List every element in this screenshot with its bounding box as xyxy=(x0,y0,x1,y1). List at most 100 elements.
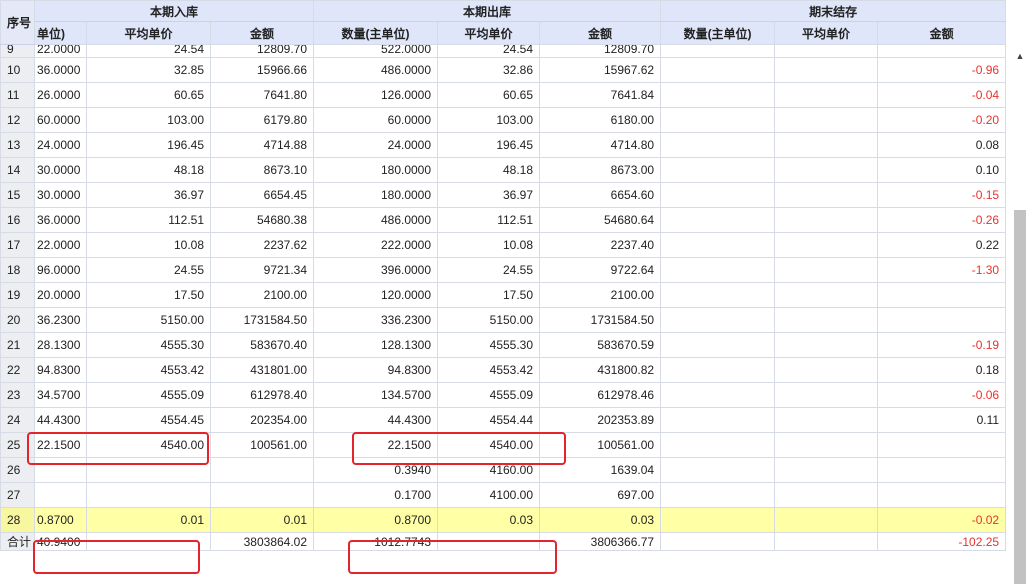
table-cell-c5[interactable]: 60.65 xyxy=(437,82,541,108)
column-header-seq[interactable]: 序号 xyxy=(0,0,35,45)
table-cell-c6[interactable]: 100561.00 xyxy=(539,432,662,458)
row-seq-cell[interactable]: 合计 xyxy=(0,532,35,551)
table-cell-c7[interactable] xyxy=(660,57,776,83)
row-seq-cell[interactable]: 15 xyxy=(0,182,35,208)
table-cell-c9[interactable] xyxy=(877,282,1007,308)
table-cell-c5[interactable]: 4555.09 xyxy=(437,382,541,408)
table-cell-c7[interactable] xyxy=(660,157,776,183)
table-cell-c3[interactable]: 6179.80 xyxy=(209,107,315,133)
table-cell-c2[interactable]: 60.65 xyxy=(86,82,211,108)
table-cell-c7[interactable] xyxy=(660,457,776,483)
table-cell-c2[interactable]: 32.85 xyxy=(86,57,211,83)
table-cell-c7[interactable] xyxy=(660,307,776,333)
column-header-out-qty[interactable]: 数量(主单位) xyxy=(313,21,439,45)
table-cell-c9[interactable]: -102.25 xyxy=(877,532,1007,551)
table-cell-c5[interactable]: 4540.00 xyxy=(437,432,541,458)
table-cell-c4[interactable]: 134.5700 xyxy=(313,382,439,408)
table-cell-c9[interactable]: -0.15 xyxy=(877,182,1007,208)
table-cell-c2[interactable] xyxy=(86,482,211,508)
table-cell-c7[interactable] xyxy=(660,282,776,308)
table-cell-c7[interactable] xyxy=(660,507,776,533)
table-cell-c6[interactable]: 3806366.77 xyxy=(539,532,662,551)
table-cell-c5[interactable]: 10.08 xyxy=(437,232,541,258)
table-cell-c2[interactable]: 17.50 xyxy=(86,282,211,308)
column-header-end-amount[interactable]: 金额 xyxy=(877,21,1007,45)
column-header-out-amount[interactable]: 金额 xyxy=(539,21,662,45)
table-cell-c3[interactable]: 4714.88 xyxy=(209,132,315,158)
table-cell-c3[interactable]: 202354.00 xyxy=(209,407,315,433)
table-cell-c1[interactable]: 94.8300 xyxy=(34,357,87,383)
table-cell-c4[interactable]: 44.4300 xyxy=(313,407,439,433)
table-cell-c4[interactable]: 60.0000 xyxy=(313,107,439,133)
table-cell-c2[interactable]: 4555.09 xyxy=(86,382,211,408)
table-row[interactable]: 20 36.2300 5150.00 1731584.50 336.2300 5150.0… xyxy=(0,307,1007,333)
table-cell-c3[interactable]: 2100.00 xyxy=(209,282,315,308)
table-cell-c1[interactable]: 34.5700 xyxy=(34,382,87,408)
table-cell-c5[interactable]: 112.51 xyxy=(437,207,541,233)
table-cell-c5[interactable]: 5150.00 xyxy=(437,307,541,333)
table-cell-c6[interactable]: 12809.70 xyxy=(539,44,662,58)
table-cell-c2[interactable]: 4553.42 xyxy=(86,357,211,383)
table-row[interactable]: 25 22.1500 4540.00 100561.00 22.1500 4540.00 1… xyxy=(0,432,1007,458)
table-cell-c6[interactable]: 2237.40 xyxy=(539,232,662,258)
table-cell-c7[interactable] xyxy=(660,482,776,508)
table-cell-c4[interactable]: 94.8300 xyxy=(313,357,439,383)
table-row[interactable]: 18 96.0000 24.55 9721.34 396.0000 24.55 9722.6… xyxy=(0,257,1007,283)
table-cell-c7[interactable] xyxy=(660,232,776,258)
table-cell-c9[interactable] xyxy=(877,482,1007,508)
table-cell-c1[interactable]: 0.8700 xyxy=(34,507,87,533)
table-cell-c9[interactable]: 0.11 xyxy=(877,407,1007,433)
table-cell-c8[interactable] xyxy=(774,107,879,133)
table-cell-c7[interactable] xyxy=(660,82,776,108)
table-cell-c3[interactable]: 612978.40 xyxy=(209,382,315,408)
table-row[interactable]: 13 24.0000 196.45 4714.88 24.0000 196.45 4714.… xyxy=(0,132,1007,158)
table-cell-c9[interactable] xyxy=(877,44,1007,58)
table-cell-c9[interactable]: 0.10 xyxy=(877,157,1007,183)
table-row[interactable]: 22 94.8300 4553.42 431801.00 94.8300 4553.42 4… xyxy=(0,357,1007,383)
table-row[interactable]: 12 60.0000 103.00 6179.80 60.0000 103.00 6180.… xyxy=(0,107,1007,133)
table-cell-c5[interactable]: 48.18 xyxy=(437,157,541,183)
table-cell-c6[interactable]: 15967.62 xyxy=(539,57,662,83)
table-cell-c2[interactable]: 24.54 xyxy=(86,44,211,58)
scroll-thumb[interactable] xyxy=(1014,210,1026,584)
table-cell-c4[interactable]: 24.0000 xyxy=(313,132,439,158)
table-row[interactable]: 9 22.0000 24.54 12809.70 522.0000 24.54 12809.… xyxy=(0,44,1007,58)
vertical-scrollbar[interactable]: ▲ xyxy=(1010,0,1030,584)
table-cell-c3[interactable]: 0.01 xyxy=(209,507,315,533)
table-cell-c1[interactable]: 44.4300 xyxy=(34,407,87,433)
table-cell-c6[interactable]: 4714.80 xyxy=(539,132,662,158)
table-row[interactable]: 21 28.1300 4555.30 583670.40 128.1300 4555.30… xyxy=(0,332,1007,358)
table-cell-c2[interactable]: 5150.00 xyxy=(86,307,211,333)
table-row[interactable]: 23 34.5700 4555.09 612978.40 134.5700 4555.09… xyxy=(0,382,1007,408)
table-cell-c7[interactable] xyxy=(660,207,776,233)
table-row[interactable]: 15 30.0000 36.97 6654.45 180.0000 36.97 6654.6… xyxy=(0,182,1007,208)
table-cell-c5[interactable]: 4554.44 xyxy=(437,407,541,433)
table-cell-c4[interactable]: 396.0000 xyxy=(313,257,439,283)
table-cell-c4[interactable]: 486.0000 xyxy=(313,207,439,233)
table-cell-c5[interactable]: 17.50 xyxy=(437,282,541,308)
table-cell-c5[interactable]: 36.97 xyxy=(437,182,541,208)
table-cell-c6[interactable]: 583670.59 xyxy=(539,332,662,358)
table-cell-c9[interactable]: -0.26 xyxy=(877,207,1007,233)
table-cell-c2[interactable] xyxy=(86,532,211,551)
table-cell-c3[interactable]: 100561.00 xyxy=(209,432,315,458)
table-cell-c8[interactable] xyxy=(774,457,879,483)
table-cell-c7[interactable] xyxy=(660,44,776,58)
table-cell-c5[interactable]: 24.54 xyxy=(437,44,541,58)
table-cell-c6[interactable]: 697.00 xyxy=(539,482,662,508)
table-cell-c8[interactable] xyxy=(774,507,879,533)
table-cell-c1[interactable]: 28.1300 xyxy=(34,332,87,358)
table-cell-c8[interactable] xyxy=(774,432,879,458)
row-seq-cell[interactable]: 27 xyxy=(0,482,35,508)
table-cell-c8[interactable] xyxy=(774,132,879,158)
table-cell-c5[interactable]: 24.55 xyxy=(437,257,541,283)
column-header-out-avg-price[interactable]: 平均单价 xyxy=(437,21,541,45)
table-cell-c6[interactable]: 9722.64 xyxy=(539,257,662,283)
table-cell-c2[interactable]: 36.97 xyxy=(86,182,211,208)
row-seq-cell[interactable]: 14 xyxy=(0,157,35,183)
table-cell-c5[interactable]: 4555.30 xyxy=(437,332,541,358)
table-cell-c5[interactable]: 196.45 xyxy=(437,132,541,158)
table-cell-c7[interactable] xyxy=(660,132,776,158)
table-cell-c3[interactable] xyxy=(209,482,315,508)
table-cell-c8[interactable] xyxy=(774,307,879,333)
